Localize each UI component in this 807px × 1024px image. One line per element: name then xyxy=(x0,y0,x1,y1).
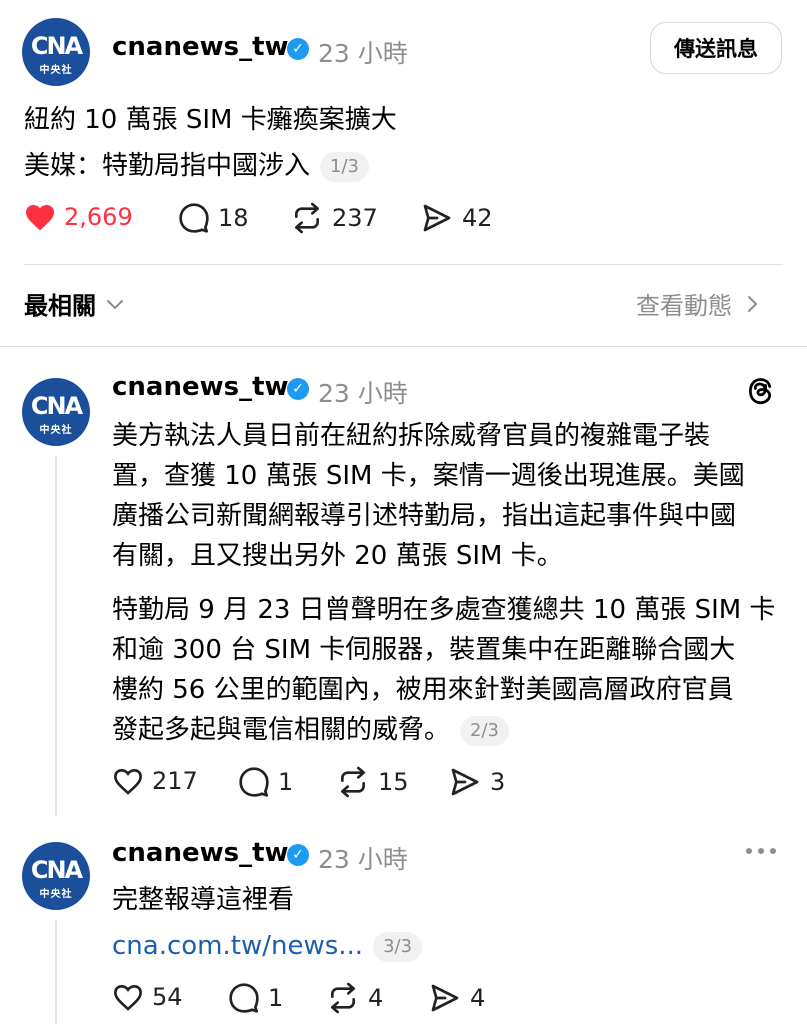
share-button[interactable]: 3 xyxy=(448,766,505,798)
share-icon xyxy=(451,768,479,796)
avatar-logo-subtext: 中央社 xyxy=(39,65,73,76)
chevron-right-icon xyxy=(748,295,757,312)
like-count: 2,669 xyxy=(64,203,133,231)
avatar-logo-subtext: 中央社 xyxy=(39,889,73,900)
like-button[interactable]: 217 xyxy=(112,766,198,796)
article-link[interactable]: cna.com.tw/news... xyxy=(112,931,363,961)
comment-button[interactable]: 1 xyxy=(228,982,283,1014)
sort-dropdown[interactable]: 最相關 xyxy=(24,286,124,321)
paragraph-line: 特勤局 9 月 23 日曾聲明在多處查獲總共 10 萬張 SIM 卡 xyxy=(112,595,776,625)
post-time: 23 小時 xyxy=(318,379,408,408)
chevron-down-icon xyxy=(107,299,123,309)
divider xyxy=(24,264,783,265)
comment-count: 1 xyxy=(268,984,284,1012)
share-count: 3 xyxy=(490,768,506,796)
paragraph-line: 發起多起與電信相關的威脅。 2/3 xyxy=(112,710,775,750)
section-divider xyxy=(0,346,807,347)
paragraph-line: 廣播公司新聞網報導引述特勤局，指出這起事件與中國 xyxy=(112,501,737,531)
repost-count: 237 xyxy=(332,204,378,232)
reply-text: 完整報導這裡看 xyxy=(112,885,295,915)
like-count: 54 xyxy=(152,983,183,1011)
heart-icon xyxy=(113,768,143,795)
repost-icon xyxy=(341,766,365,798)
paragraph-line: 樓約 56 公里的範圍內，被用來針對美國高層政府官員 xyxy=(112,675,734,705)
link-row: cna.com.tw/news... 3/3 xyxy=(112,926,423,966)
username[interactable]: cnanews_tw xyxy=(112,838,289,868)
paragraph-line: 置，查獲 10 萬張 SIM 卡，案情一週後出現進展。美國 xyxy=(112,461,745,491)
comment-count: 1 xyxy=(278,768,294,796)
repost-count: 15 xyxy=(378,768,409,796)
verified-icon: ✓ xyxy=(287,844,309,866)
share-icon xyxy=(431,984,459,1012)
view-activity-label: 查看動態 xyxy=(636,292,732,320)
paragraph-line: 和逾 300 台 SIM 卡伺服器，裝置集中在距離聯合國大 xyxy=(112,635,736,665)
comment-icon xyxy=(239,767,269,797)
reply-paragraph-1: 美方執法人員日前在紐約拆除威脅官員的複雜電子裝 置，查獲 10 萬張 SIM 卡… xyxy=(112,416,745,576)
repost-icon xyxy=(295,202,319,234)
repost-button[interactable]: 4 xyxy=(326,982,383,1014)
paragraph-line-content: 發起多起與電信相關的威脅。 xyxy=(112,715,451,745)
heart-icon xyxy=(113,984,143,1011)
thread-line xyxy=(55,920,57,1024)
post-text-line2: 美媒：特勤局指中國涉入 1/3 xyxy=(24,146,369,186)
post-text-line2-content: 美媒：特勤局指中國涉入 xyxy=(24,151,311,181)
like-count: 217 xyxy=(152,767,198,795)
more-icon[interactable] xyxy=(744,846,778,856)
sort-label: 最相關 xyxy=(24,292,96,320)
threads-icon[interactable] xyxy=(745,376,775,406)
post-text-line1: 紐約 10 萬張 SIM 卡癱瘓案擴大 xyxy=(24,105,397,135)
reply-paragraph-2: 特勤局 9 月 23 日曾聲明在多處查獲總共 10 萬張 SIM 卡 和逾 30… xyxy=(112,590,775,750)
avatar-logo-text: CNA xyxy=(30,392,83,420)
page-indicator: 1/3 xyxy=(320,151,369,182)
share-icon xyxy=(423,204,451,232)
page-indicator: 2/3 xyxy=(460,715,509,746)
avatar[interactable]: CNA 中央社 xyxy=(22,18,90,86)
paragraph-line: 有關，且又搜出另外 20 萬張 SIM 卡。 xyxy=(112,541,563,571)
avatar-logo-text: CNA xyxy=(30,856,83,884)
send-message-button[interactable]: 傳送訊息 xyxy=(650,22,782,74)
like-button[interactable]: 54 xyxy=(112,982,183,1012)
avatar-logo-subtext: 中央社 xyxy=(39,425,73,436)
thread-line xyxy=(55,456,57,816)
username[interactable]: cnanews_tw xyxy=(112,372,289,402)
paragraph-line: 美方執法人員日前在紐約拆除威脅官員的複雜電子裝 xyxy=(112,421,711,451)
avatar-logo-text: CNA xyxy=(30,32,83,60)
username[interactable]: cnanews_tw xyxy=(112,32,289,62)
share-button[interactable]: 42 xyxy=(420,202,493,234)
post-time: 23 小時 xyxy=(318,39,408,68)
verified-icon: ✓ xyxy=(287,38,309,60)
like-button[interactable]: 2,669 xyxy=(24,202,133,232)
repost-button[interactable]: 237 xyxy=(290,202,378,234)
heart-icon xyxy=(26,205,54,231)
verified-icon: ✓ xyxy=(287,378,309,400)
comment-button[interactable]: 1 xyxy=(238,766,293,798)
share-button[interactable]: 4 xyxy=(428,982,485,1014)
page-indicator: 3/3 xyxy=(373,931,423,962)
avatar[interactable]: CNA 中央社 xyxy=(22,842,90,910)
repost-button[interactable]: 15 xyxy=(336,766,409,798)
repost-count: 4 xyxy=(368,984,384,1012)
avatar[interactable]: CNA 中央社 xyxy=(22,378,90,446)
comment-count: 18 xyxy=(218,204,249,232)
comment-button[interactable]: 18 xyxy=(178,202,249,234)
view-activity-link[interactable]: 查看動態 xyxy=(636,286,758,321)
share-count: 42 xyxy=(462,204,493,232)
comment-icon xyxy=(179,203,209,233)
share-count: 4 xyxy=(470,984,486,1012)
comment-icon xyxy=(229,983,259,1013)
repost-icon xyxy=(331,982,355,1014)
post-time: 23 小時 xyxy=(318,845,408,874)
